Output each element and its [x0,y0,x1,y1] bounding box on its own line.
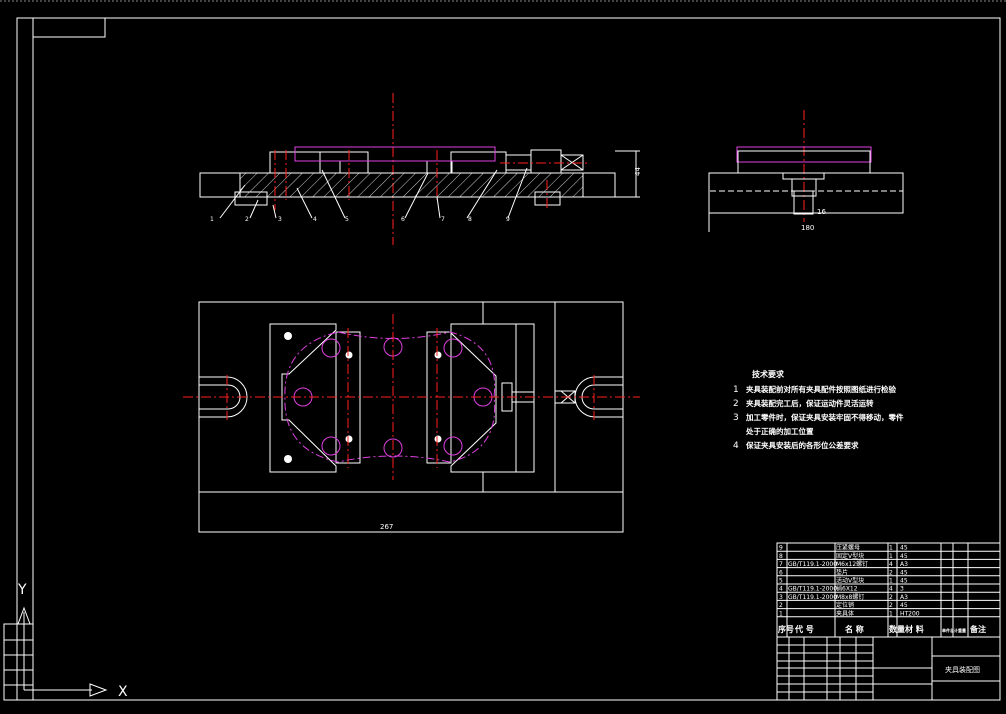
part-label-6: 6 [401,216,405,223]
part-label-7: 7 [441,216,445,223]
bom-cell: 6 [779,569,783,576]
bom-cell: 4 [889,561,893,568]
bom-cell: 2 [889,602,893,609]
bom-cell: 45 [900,578,908,585]
bom-cell: GB/T119.1-2000 [788,561,837,568]
part-label-9: 9 [506,216,510,223]
bom-cell: 45 [900,569,908,576]
bom-cell: HT200 [900,610,920,617]
drawing-name: 夹具装配图 [945,665,980,674]
bom-cell: 活动V型块 [836,577,864,585]
tech-req-item: 加工零件时，保证夹具安装牢固不得移动，零件 [745,412,904,422]
bom-cell: M8x8螺钉 [836,593,864,601]
ucs-x-label: X [118,684,128,700]
bom-cell: 压紧螺母 [836,544,860,552]
bom-cell: GB/T119.1-2000 [788,594,837,601]
tech-req-num: 2 [733,399,739,409]
bom-cell: 固定V型块 [836,552,864,560]
bom-cell: 1 [889,553,893,560]
bom-header: 备注 [969,624,986,634]
bom-cell: 2 [779,602,783,609]
bom-cell: 销6X12 [836,585,858,593]
bom-cell: A3 [900,594,908,601]
tech-req-item: 保证夹具安装后的各形位公差要求 [745,440,859,450]
tech-req-item: 夹具装配前对所有夹具配件按照图纸进行检验 [746,384,896,394]
bom-cell: 夹具体 [836,609,854,617]
part-label-8: 8 [468,216,472,223]
bom-header: 序号 [778,624,794,634]
bom-cell: 45 [900,553,908,560]
tech-req-num: 1 [733,385,739,395]
bom-header: 材 料 [905,624,924,634]
bom-header: 数量 [889,624,905,634]
tech-req-item: 夹具装配完工后，保证运动件灵活运转 [746,398,874,408]
bom-cell: 2 [889,594,893,601]
dimension-length: 267 [380,523,393,531]
tech-req-num: 4 [733,441,739,451]
bom-cell: 4 [889,586,893,593]
tech-req-num: 3 [733,413,739,423]
bom-cell: GB/T119.1-2000 [788,586,837,593]
bom-cell: 2 [889,569,893,576]
bom-cell: 4 [779,586,783,593]
bom-cell: 1 [889,610,893,617]
bom-cell: 45 [900,602,908,609]
bom-cell: A3 [900,561,908,568]
bom-cell: 3 [779,594,783,601]
bom-cell: 7 [779,561,783,568]
bom-cell: 8 [779,553,783,560]
bom-header: 代 号 [794,624,814,634]
tech-req-title: 技术要求 [752,369,785,379]
bom-cell: 9 [779,545,783,552]
cad-drawing-canvas[interactable]: 44 1 2 3 4 5 6 7 8 9 16 180 267 技术要求 1 夹… [0,0,1006,714]
bom-cell: 3 [900,586,904,593]
bom-cell: 5 [779,578,783,585]
bom-cell: 1 [779,610,783,617]
bom-cell: M6x12螺钉 [836,560,868,568]
dimension-slot: 16 [817,208,826,216]
part-label-3: 3 [278,216,282,223]
dimension-side-width: 180 [801,224,814,232]
bom-header: 单件总计重量 [942,627,966,633]
dimension-height: 44 [634,167,642,176]
bom-cell: 垫片 [836,568,848,576]
part-label-1: 1 [210,216,214,223]
bom-cell: 1 [889,545,893,552]
part-label-2: 2 [245,216,249,223]
part-label-5: 5 [345,216,349,223]
tech-req-item: 处于正确的加工位置 [745,426,814,436]
bom-cell: 1 [889,578,893,585]
bom-cell: 定位销 [836,601,854,609]
ucs-y-label: Y [17,582,27,598]
bom-cell: 45 [900,545,908,552]
bom-header: 名 称 [845,624,864,634]
part-label-4: 4 [313,216,317,223]
